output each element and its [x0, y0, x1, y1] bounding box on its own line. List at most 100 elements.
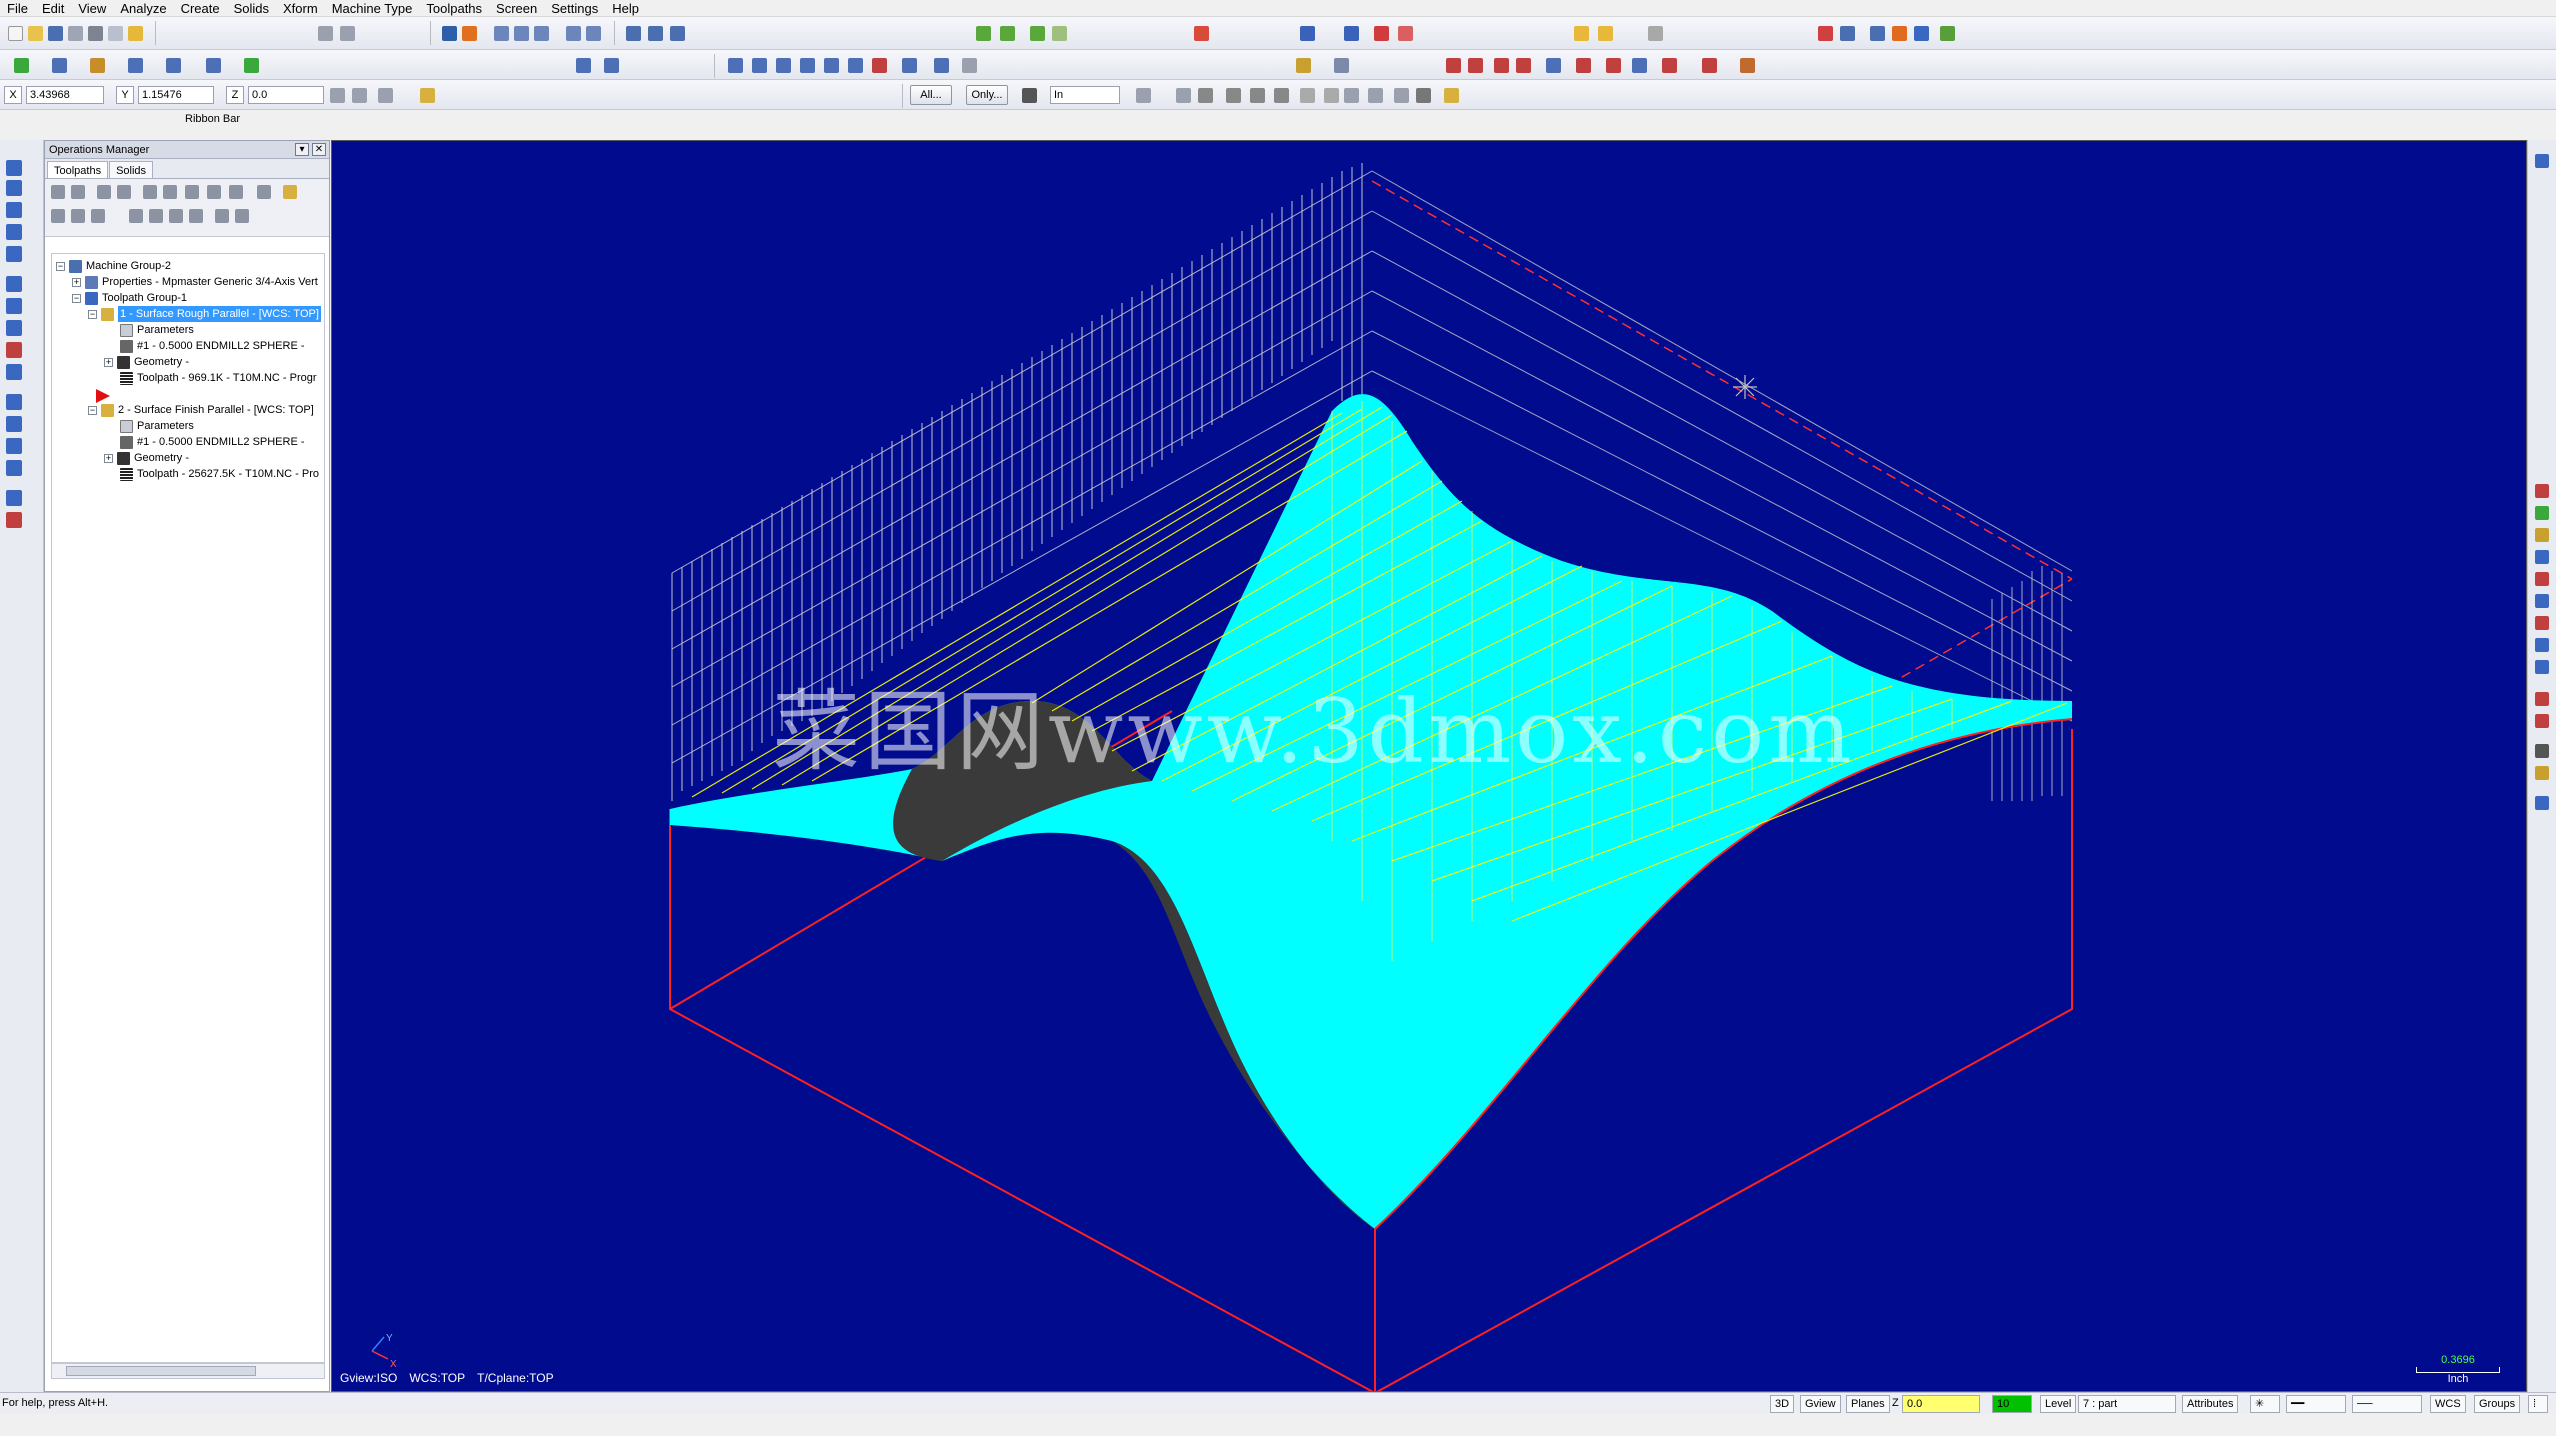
right-tool-6-icon[interactable] [2535, 594, 2549, 608]
menu-analyze[interactable]: Analyze [113, 0, 173, 17]
surface-fillet-side-icon[interactable] [6, 320, 22, 336]
rectangle-icon[interactable] [128, 58, 143, 73]
menu-file[interactable]: File [0, 0, 35, 17]
select-only-button[interactable]: Only... [966, 85, 1008, 105]
post-icon[interactable] [1870, 26, 1885, 41]
nc-icon[interactable] [1914, 26, 1929, 41]
trim-icon[interactable] [576, 58, 591, 73]
point-style-select[interactable]: ✳ [2250, 1395, 2280, 1413]
surface-extend-side-icon[interactable] [6, 364, 22, 380]
units-select[interactable]: In [1050, 86, 1120, 104]
toolpath-manager-icon[interactable] [1940, 26, 1955, 41]
print-preview-icon[interactable] [108, 26, 123, 41]
highfeed-ops-icon[interactable] [229, 185, 243, 199]
chain-select-icon[interactable] [1198, 88, 1213, 103]
xform-project-icon[interactable] [848, 58, 863, 73]
right-tool-2-icon[interactable] [2535, 506, 2549, 520]
xform-mirror-icon[interactable] [752, 58, 767, 73]
menu-create[interactable]: Create [174, 0, 227, 17]
shade-icon[interactable] [1374, 26, 1389, 41]
solid-sweep-side-icon[interactable] [6, 202, 22, 218]
surface-loft-icon[interactable] [1606, 58, 1621, 73]
right-tool-4-icon[interactable] [2535, 550, 2549, 564]
surface-net-icon[interactable] [1632, 58, 1647, 73]
xform-rotate-icon[interactable] [776, 58, 791, 73]
solid-fillet-icon[interactable] [1702, 58, 1717, 73]
level-icon[interactable] [1494, 58, 1509, 73]
save-icon[interactable] [48, 26, 63, 41]
repaint-icon[interactable] [462, 26, 477, 41]
delete-ops-icon[interactable] [257, 185, 271, 199]
line-width-select[interactable]: ── [2352, 1395, 2422, 1413]
sphere-icon[interactable] [1344, 26, 1359, 41]
globe-icon[interactable] [1300, 26, 1315, 41]
tree-node-tool-2[interactable]: #1 - 0.5000 ENDMILL2 SPHERE - [120, 434, 305, 450]
move-down-ops-icon[interactable] [129, 209, 143, 223]
menu-view[interactable]: View [71, 0, 113, 17]
clear-selection-icon[interactable] [1394, 88, 1409, 103]
solid-loft-side-icon[interactable] [6, 224, 22, 240]
surface-icon[interactable] [244, 58, 259, 73]
menu-help[interactable]: Help [605, 0, 646, 17]
right-tool-7-icon[interactable] [2535, 616, 2549, 630]
x-coordinate-input[interactable]: 3.43968 [26, 86, 104, 104]
tree-node-parameters-2[interactable]: Parameters [120, 418, 194, 434]
color-swatch[interactable]: 10 [1992, 1395, 2032, 1413]
arc-icon[interactable] [90, 58, 105, 73]
toolpath-side-icon[interactable] [6, 490, 22, 506]
xform-array-icon[interactable] [902, 58, 917, 73]
ops-help-icon[interactable] [283, 185, 297, 199]
fillet-icon[interactable] [166, 58, 181, 73]
wireframe-icon[interactable] [1398, 26, 1413, 41]
solid-fillet-side-icon[interactable] [6, 416, 22, 432]
view-3d-button[interactable]: 3D [1770, 1395, 1795, 1413]
pin-icon[interactable] [2535, 154, 2549, 168]
drafting-icon[interactable] [1296, 58, 1311, 73]
z-depth-input[interactable]: 0.0 [1902, 1395, 1980, 1413]
solid-boolean-side-icon[interactable] [6, 394, 22, 410]
solid-shell-icon[interactable] [1740, 58, 1755, 73]
panel-close-icon[interactable]: ✕ [312, 143, 326, 156]
backplot-ops-icon[interactable] [143, 185, 157, 199]
mask-options-icon[interactable] [1368, 88, 1383, 103]
machine-side-icon[interactable] [6, 512, 22, 528]
body-select-icon[interactable] [1300, 88, 1315, 103]
new-file-icon[interactable] [8, 26, 23, 41]
insert-arrow-ops-icon[interactable] [169, 209, 183, 223]
spline-icon[interactable] [206, 58, 221, 73]
right-tool-13-icon[interactable] [2535, 766, 2549, 780]
pen-tool-icon[interactable] [1648, 26, 1663, 41]
right-tool-9-icon[interactable] [2535, 660, 2549, 674]
open-file-icon[interactable] [28, 26, 43, 41]
surface-side-icon[interactable] [6, 276, 22, 292]
selection-mode-icon[interactable] [1022, 88, 1037, 103]
analyze-icon[interactable] [626, 26, 641, 41]
gview-top-icon[interactable] [976, 26, 991, 41]
select-all-button[interactable]: All... [910, 85, 952, 105]
scroll-ops-icon[interactable] [189, 209, 203, 223]
ops-options-icon[interactable] [235, 209, 249, 223]
groups-button[interactable]: Groups [2474, 1395, 2521, 1413]
post-ops-icon[interactable] [207, 185, 221, 199]
help-hint-icon[interactable] [128, 26, 143, 41]
wand-icon[interactable] [1598, 26, 1613, 41]
tab-toolpaths[interactable]: Toolpaths [47, 161, 109, 178]
level-select[interactable]: 7 : part [2078, 1395, 2176, 1413]
point-icon[interactable] [14, 58, 29, 73]
z-coordinate-input[interactable]: 0.0 [248, 86, 324, 104]
highfeed-icon[interactable] [1892, 26, 1907, 41]
graphics-viewport[interactable]: Y X 菜国网www.3dmox.com Gview:ISO WCS:TOP T… [331, 140, 2527, 1392]
face-select-icon[interactable] [1250, 88, 1265, 103]
xform-roll-icon[interactable] [872, 58, 887, 73]
menu-screen[interactable]: Screen [489, 0, 544, 17]
xform-offset-icon[interactable] [824, 58, 839, 73]
fit-icon[interactable] [442, 26, 457, 41]
tree-node-geometry-2[interactable]: + Geometry - [104, 450, 189, 466]
grid-icon[interactable] [934, 58, 949, 73]
gview-button[interactable]: Gview [1800, 1395, 1841, 1413]
planes-button[interactable]: Planes [1846, 1395, 1890, 1413]
unzoom-icon[interactable] [586, 26, 601, 41]
zoom-window-icon[interactable] [494, 26, 509, 41]
move-up-ops-icon[interactable] [149, 209, 163, 223]
verify-ops-icon[interactable] [163, 185, 177, 199]
